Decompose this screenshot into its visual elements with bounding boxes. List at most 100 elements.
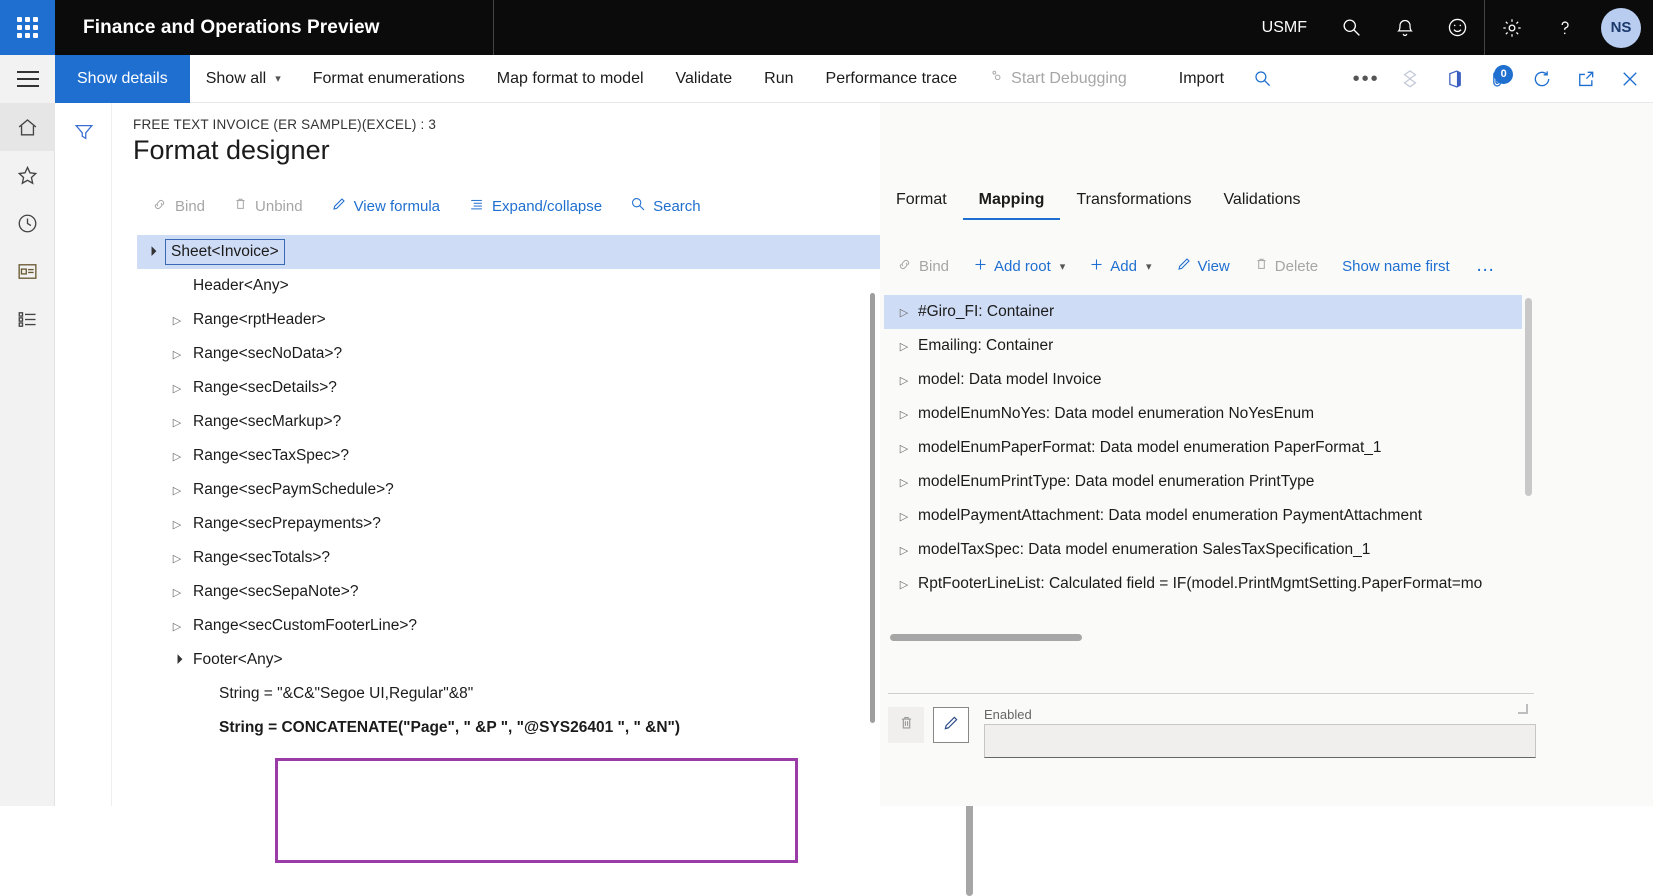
mapping-tree[interactable]: #Giro_FI: Container Emailing: Container mo… [884,295,1532,625]
avatar[interactable]: NS [1601,7,1641,48]
refresh-icon[interactable] [1520,55,1564,103]
sidebar-item-workspaces[interactable] [0,247,55,295]
cmd-run[interactable]: Run [748,55,809,103]
search-button[interactable]: Search [616,191,715,221]
mapping-tree-hscrollbar[interactable] [890,634,1082,641]
chevron-collapsed-icon[interactable] [890,510,918,523]
format-tree-row[interactable]: Header<Any> [137,269,887,303]
mapping-overflow-ellipsis-icon[interactable]: … [1462,255,1509,277]
feedback-smiley-icon[interactable] [1431,0,1484,55]
format-tree-row[interactable]: Range<secTaxSpec>? [137,439,887,473]
mapping-tree-row[interactable]: RptFooterLineList: Calculated field = IF… [884,567,1532,601]
chevron-collapsed-icon[interactable] [890,578,918,591]
cmd-performance-trace[interactable]: Performance trace [810,55,974,103]
help-question-icon[interactable] [1538,0,1591,55]
sidebar-item-recent[interactable] [0,199,55,247]
tab-mapping[interactable]: Mapping [962,191,1061,220]
popout-icon[interactable] [1564,55,1608,103]
format-tree-row[interactable]: Range<secTotals>? [137,541,887,575]
chevron-collapsed-icon[interactable] [163,348,191,361]
search-icon[interactable] [1240,55,1284,103]
office-app-icon[interactable] [1432,55,1476,103]
chevron-collapsed-icon[interactable] [890,306,918,319]
format-tree[interactable]: Sheet<Invoice> Header<Any> Range<rptHeader… [137,235,887,795]
cmd-show-all[interactable]: Show all ▾ [190,55,297,103]
chevron-collapsed-icon[interactable] [163,416,191,429]
format-tree-row[interactable]: Footer<Any> [137,643,887,677]
sidebar-item-modules[interactable] [0,295,55,343]
mapping-tree-row[interactable]: model: Data model Invoice [884,363,1532,397]
format-tree-row[interactable]: Sheet<Invoice> [137,235,887,269]
mapping-tabs[interactable]: Format Mapping Transformations Validations [880,191,1317,220]
format-tree-row[interactable]: Range<secNoData>? [137,337,887,371]
chevron-collapsed-icon[interactable] [163,484,191,497]
format-tree-row[interactable]: String = CONCATENATE("Page", " &P ", "@S… [137,711,887,745]
mapping-tree-row[interactable]: modelEnumNoYes: Data model enumeration N… [884,397,1532,431]
mapping-tree-row[interactable]: modelTaxSpec: Data model enumeration Sal… [884,533,1532,567]
format-tree-row[interactable]: Range<secCustomFooterLine>? [137,609,887,643]
cmd-show-details[interactable]: Show details [55,54,190,103]
chevron-collapsed-icon[interactable] [890,408,918,421]
navigation-menu-button[interactable] [0,54,55,103]
sidebar-item-favorites[interactable] [0,151,55,199]
cmd-format-enumerations[interactable]: Format enumerations [297,55,481,103]
waffle-menu-button[interactable] [0,0,55,55]
notifications-bell-icon[interactable] [1378,0,1431,55]
plus-icon [973,257,988,276]
view-button[interactable]: View [1164,251,1242,281]
show-name-first-button[interactable]: Show name first [1330,251,1462,281]
chevron-collapsed-icon[interactable] [163,586,191,599]
format-tree-row[interactable]: Range<secDetails>? [137,371,887,405]
mapping-tree-row[interactable]: modelEnumPrintType: Data model enumerati… [884,465,1532,499]
mapping-tree-row[interactable]: #Giro_FI: Container [884,295,1522,329]
chevron-collapsed-icon[interactable] [890,374,918,387]
detail-edit-button[interactable] [933,707,969,743]
attachments-icon[interactable]: 0 [1476,55,1520,103]
format-tree-row[interactable]: Range<secPrepayments>? [137,507,887,541]
company-selector[interactable]: USMF [1244,19,1325,37]
settings-gear-icon[interactable] [1485,0,1538,55]
chevron-collapsed-icon[interactable] [163,620,191,633]
chevron-collapsed-icon[interactable] [890,544,918,557]
overflow-ellipsis-icon[interactable]: ••• [1344,55,1388,103]
cmd-map-format-to-model[interactable]: Map format to model [481,55,660,103]
sidebar-item-home[interactable] [0,103,55,151]
add-button[interactable]: Add ▾ [1077,251,1163,281]
format-tree-row[interactable]: Range<secMarkup>? [137,405,887,439]
add-root-button[interactable]: Add root ▾ [961,251,1077,281]
format-tree-row[interactable]: String = "&C&"Segoe UI,Regular"&8" [137,677,887,711]
chevron-collapsed-icon[interactable] [890,442,918,455]
mapping-tree-row[interactable]: modelPaymentAttachment: Data model enume… [884,499,1532,533]
chevron-expanded-icon[interactable] [137,247,165,258]
detail-delete-button[interactable] [888,707,924,743]
tab-format[interactable]: Format [880,191,963,220]
chevron-collapsed-icon[interactable] [163,382,191,395]
chevron-collapsed-icon[interactable] [163,450,191,463]
format-tree-row[interactable]: Range<secSepaNote>? [137,575,887,609]
mapping-tree-row[interactable]: modelEnumPaperFormat: Data model enumera… [884,431,1532,465]
filter-funnel-icon[interactable] [56,115,111,149]
mapping-toolbar: Bind Add root ▾ Add ▾ View Delete Show n… [884,251,1509,281]
mapping-tree-row[interactable]: Emailing: Container [884,329,1532,363]
app-title: Finance and Operations Preview [83,16,380,38]
expand-collapse-button[interactable]: Expand/collapse [454,191,616,221]
chevron-collapsed-icon[interactable] [163,314,191,327]
chevron-collapsed-icon[interactable] [163,518,191,531]
enabled-input[interactable] [984,724,1536,758]
cmd-import[interactable]: Import [1163,55,1240,103]
format-tree-row[interactable]: Range<rptHeader> [137,303,887,337]
chevron-expanded-icon[interactable] [163,655,191,666]
chevron-collapsed-icon[interactable] [890,340,918,353]
view-formula-button[interactable]: View formula [317,191,454,221]
tab-transformations[interactable]: Transformations [1060,191,1207,220]
chevron-collapsed-icon[interactable] [163,552,191,565]
cmd-validate[interactable]: Validate [660,55,749,103]
mapping-pane-left-scrollbar[interactable] [870,293,875,723]
close-icon[interactable] [1608,55,1652,103]
mapping-tree-vscrollbar[interactable] [1525,298,1532,496]
search-icon[interactable] [1325,0,1378,55]
powerapps-diamond-icon[interactable] [1388,55,1432,103]
format-tree-row[interactable]: Range<secPaymSchedule>? [137,473,887,507]
chevron-collapsed-icon[interactable] [890,476,918,489]
tab-validations[interactable]: Validations [1207,191,1316,220]
